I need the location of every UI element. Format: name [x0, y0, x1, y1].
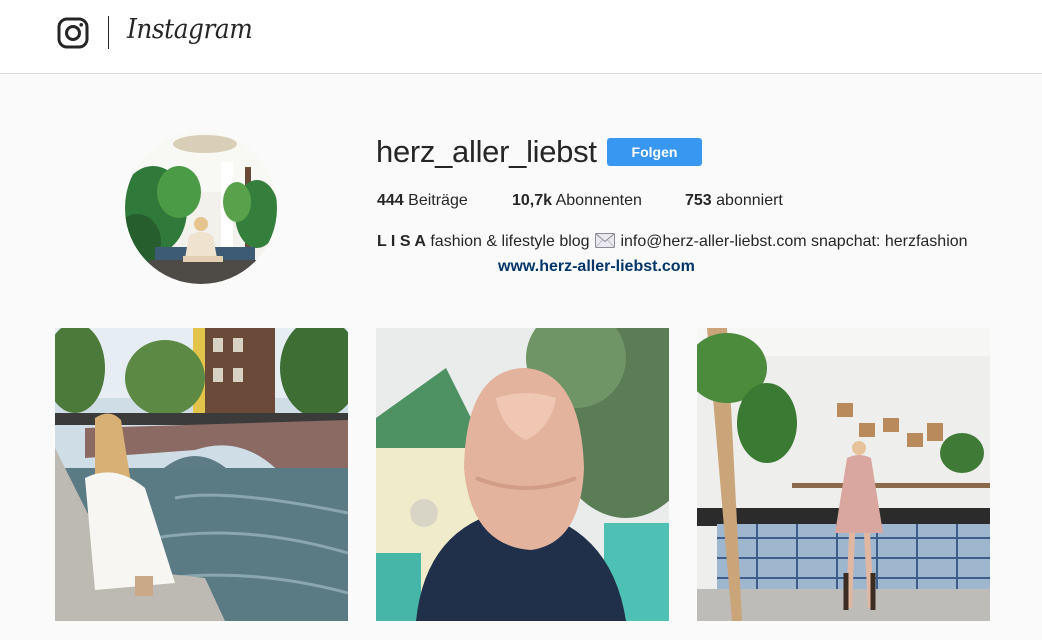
- follow-button[interactable]: Folgen: [607, 138, 702, 166]
- following-count: 753: [685, 192, 712, 209]
- profile-username: herz_aller_liebst: [376, 134, 597, 169]
- brand-divider: [108, 16, 109, 49]
- followers-label: Abonnenten: [555, 192, 642, 209]
- bio-contact: info@herz-aller-liebst.com snapchat: her…: [620, 233, 968, 250]
- followers-count: 10,7k: [512, 192, 553, 209]
- profile-website-link[interactable]: www.herz-aller-liebst.com: [498, 258, 695, 276]
- following-label: abonniert: [716, 192, 783, 209]
- bio-text: fashion & lifestyle blog: [430, 233, 590, 250]
- posts-count-stat: 444 Beiträge: [377, 192, 468, 210]
- following-count-stat[interactable]: 753 abonniert: [685, 192, 783, 210]
- posts-count: 444: [377, 192, 404, 209]
- profile-avatar[interactable]: [125, 132, 277, 284]
- instagram-camera-icon[interactable]: [57, 17, 89, 49]
- followers-count-stat[interactable]: 10,7k Abonnenten: [512, 192, 642, 210]
- bio-name: L I S A: [377, 233, 426, 250]
- envelope-icon: [595, 233, 616, 248]
- top-navigation-bar: Instagram: [0, 0, 1042, 74]
- instagram-wordmark-logo[interactable]: Instagram: [127, 14, 253, 45]
- post-thumbnail-braided-hair[interactable]: [376, 328, 669, 621]
- profile-bio: L I S A fashion & lifestyle blog info@he…: [377, 233, 968, 251]
- posts-label: Beiträge: [408, 192, 468, 209]
- post-thumbnail-pink-dress[interactable]: [697, 328, 990, 621]
- post-thumbnail-canal[interactable]: [55, 328, 348, 621]
